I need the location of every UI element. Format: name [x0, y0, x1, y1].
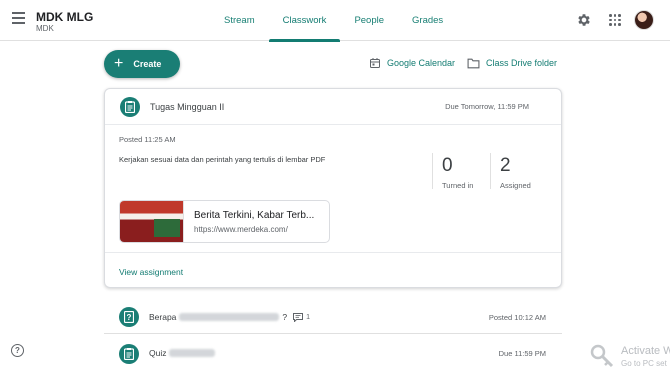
- apps-grid-icon[interactable]: [609, 14, 621, 26]
- assignment-description: Kerjakan sesuai data dan perintah yang t…: [119, 155, 326, 164]
- turned-in-count: 0: [442, 155, 453, 176]
- assignment-icon: [119, 344, 139, 364]
- stat-divider: [490, 153, 491, 189]
- folder-icon: [467, 58, 480, 68]
- watermark-line-2: Go to PC set: [621, 359, 667, 368]
- card-divider: [105, 252, 561, 253]
- class-section: MDK: [36, 24, 54, 33]
- attachment-url: https://www.merdeka.com/: [194, 225, 288, 234]
- assigned-label: Assigned: [500, 181, 531, 190]
- gear-icon[interactable]: [576, 12, 592, 28]
- google-calendar-button[interactable]: Google Calendar: [369, 56, 455, 70]
- list-item[interactable]: ? Berapa ? 1 Posted 10:12 AM: [104, 300, 562, 334]
- avatar[interactable]: [634, 10, 654, 30]
- attachment-thumbnail: [120, 201, 184, 242]
- assignment-due: Due Tomorrow, 11:59 PM: [445, 102, 529, 111]
- class-name[interactable]: MDK MLG: [36, 10, 93, 24]
- stat-divider: [432, 153, 433, 189]
- assignment-icon: [120, 97, 140, 117]
- list-item-title-prefix: Quiz: [149, 348, 167, 358]
- class-drive-folder-button[interactable]: Class Drive folder: [467, 56, 557, 70]
- attachment-title: Berita Terkini, Kabar Terb...: [194, 210, 315, 221]
- create-label: Create: [133, 59, 162, 69]
- list-item[interactable]: Quiz Due 11:59 PM: [104, 336, 562, 368]
- assignment-title: Tugas Mingguan II: [150, 102, 225, 112]
- calendar-icon: [370, 58, 380, 68]
- tab-bar: Stream Classwork People Grades: [210, 0, 457, 42]
- tab-stream[interactable]: Stream: [210, 0, 269, 41]
- assigned-count: 2: [500, 155, 511, 176]
- list-item-meta: Posted 10:12 AM: [488, 313, 546, 322]
- tab-grades[interactable]: Grades: [398, 0, 457, 41]
- comment-count: 1: [306, 313, 311, 321]
- plus-icon: +: [114, 55, 124, 72]
- redacted-text: [169, 349, 216, 357]
- list-item-title: Berapa ? 1: [149, 312, 310, 322]
- assignment-posted: Posted 11:25 AM: [119, 135, 176, 144]
- class-drive-folder-label: Class Drive folder: [486, 58, 558, 68]
- menu-icon[interactable]: [10, 12, 28, 28]
- list-item-title: Quiz: [149, 348, 218, 358]
- turned-in-label: Turned in: [442, 181, 474, 190]
- svg-text:?: ?: [127, 313, 132, 322]
- tab-people[interactable]: People: [340, 0, 398, 41]
- list-item-title-suffix: ?: [282, 312, 288, 322]
- create-button[interactable]: + Create: [104, 50, 180, 78]
- question-icon: ?: [119, 307, 139, 327]
- google-calendar-label: Google Calendar: [387, 58, 456, 68]
- redacted-text: [179, 313, 280, 321]
- turned-in-stat[interactable]: 0 Turned in: [442, 155, 474, 190]
- activation-watermark: Activate W Go to PC set: [590, 344, 670, 368]
- top-bar: MDK MLG MDK Stream Classwork People Grad…: [0, 0, 670, 42]
- comment-icon: [293, 312, 304, 322]
- list-item-title-prefix: Berapa: [149, 312, 177, 322]
- assignment-card-header[interactable]: Tugas Mingguan II Due Tomorrow, 11:59 PM: [105, 89, 561, 125]
- view-assignment-link[interactable]: View assignment: [119, 267, 183, 277]
- list-item-meta: Due 11:59 PM: [498, 349, 546, 358]
- tab-classwork[interactable]: Classwork: [268, 0, 341, 42]
- assignment-card: Tugas Mingguan II Due Tomorrow, 11:59 PM…: [104, 88, 562, 288]
- assigned-stat[interactable]: 2 Assigned: [500, 155, 531, 190]
- attachment-link[interactable]: Berita Terkini, Kabar Terb... https://ww…: [119, 200, 330, 243]
- key-icon: [590, 344, 614, 368]
- help-icon[interactable]: ?: [11, 344, 24, 357]
- watermark-line-1: Activate W: [621, 345, 670, 357]
